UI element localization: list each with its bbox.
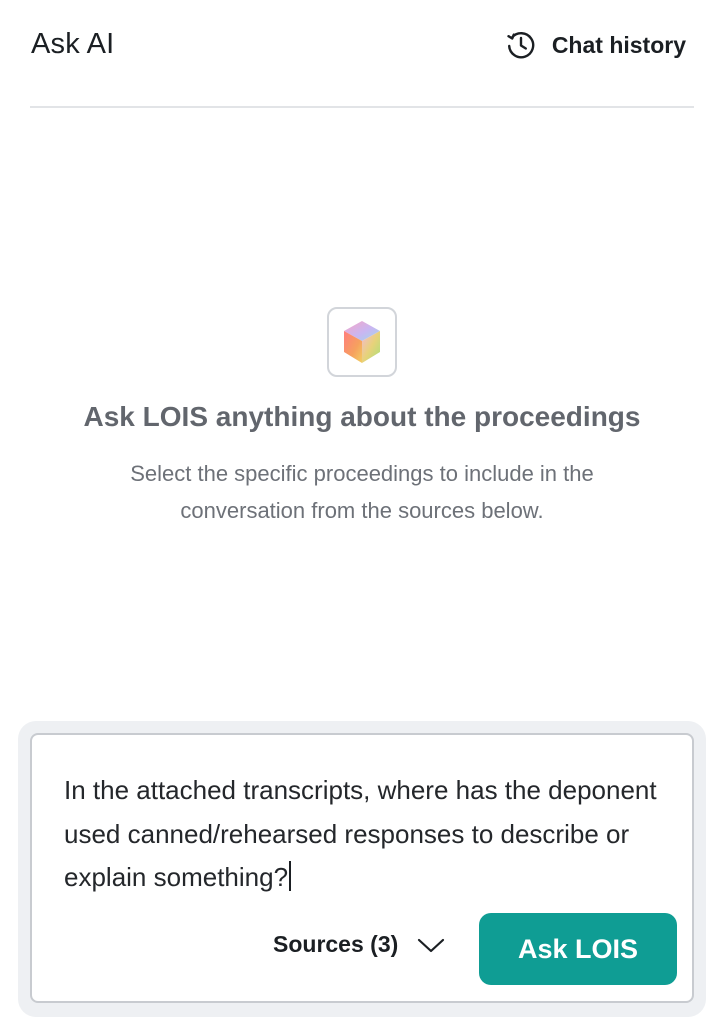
prompt-input[interactable]: In the attached transcripts, where has t…: [64, 769, 674, 900]
empty-state-subtitle: Select the specific proceedings to inclu…: [130, 461, 594, 523]
panel-header: Ask AI Chat history: [31, 22, 694, 68]
sources-label: Sources (3): [273, 931, 399, 957]
page-title: Ask AI: [31, 28, 115, 60]
prompt-input-value: In the attached transcripts, where has t…: [64, 775, 657, 892]
empty-state: Ask LOIS anything about the proceedings …: [0, 307, 724, 529]
lois-logo-box: [327, 307, 397, 377]
chevron-down-icon: [418, 938, 445, 952]
chat-history-button[interactable]: Chat history: [504, 28, 686, 62]
sources-dropdown[interactable]: Sources (3): [273, 931, 446, 958]
text-caret: [289, 861, 292, 891]
header-divider: [30, 106, 694, 108]
prompt-composer[interactable]: In the attached transcripts, where has t…: [30, 733, 694, 1003]
ask-lois-button[interactable]: Ask LOIS: [479, 913, 677, 985]
clock-history-icon: [507, 32, 535, 59]
chat-history-label: Chat history: [551, 31, 686, 58]
gradient-cube-icon: [344, 321, 380, 363]
empty-state-heading: Ask LOIS anything about the proceedings: [83, 401, 641, 432]
